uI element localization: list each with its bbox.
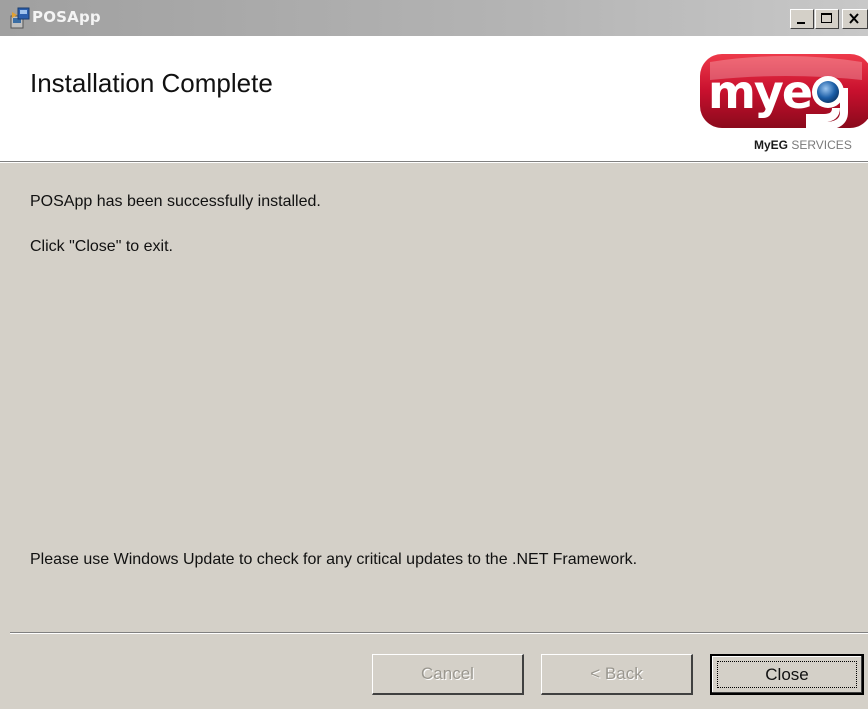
myeg-logo-graphic: mye MyEG SERVICES [700,54,868,152]
footer-divider-highlight [10,633,868,634]
back-button[interactable]: < Back [541,654,693,695]
close-button-label: Close [765,665,809,684]
app-installer-icon [8,6,32,30]
close-icon [849,13,859,24]
maximize-icon [821,13,832,23]
update-notice: Please use Windows Update to check for a… [30,551,638,568]
minimize-button[interactable] [790,9,814,29]
header-divider-highlight [0,162,868,163]
cancel-button[interactable]: Cancel [372,654,524,695]
success-message: POSApp has been successfully installed. [30,193,321,210]
exit-instruction: Click "Close" to exit. [30,238,173,255]
title-bar[interactable]: POSApp [0,0,868,36]
svg-text:mye: mye [708,65,811,119]
header-banner: Installation Complete mye MyEG SERVICES [0,36,868,161]
cancel-button-label: Cancel [421,664,474,683]
close-button[interactable]: Close [710,654,864,695]
window-title: POSApp [32,8,101,26]
minimize-icon [797,22,805,24]
page-title: Installation Complete [30,68,273,98]
maximize-button[interactable] [815,9,839,29]
back-button-label: < Back [590,664,643,683]
svg-text:MyEG SERVICES: MyEG SERVICES [754,138,852,152]
myeg-logo: mye MyEG SERVICES [698,52,868,156]
installer-window: POSApp Installation Complete mye MyEG SE… [0,0,868,709]
close-window-button[interactable] [842,9,868,29]
